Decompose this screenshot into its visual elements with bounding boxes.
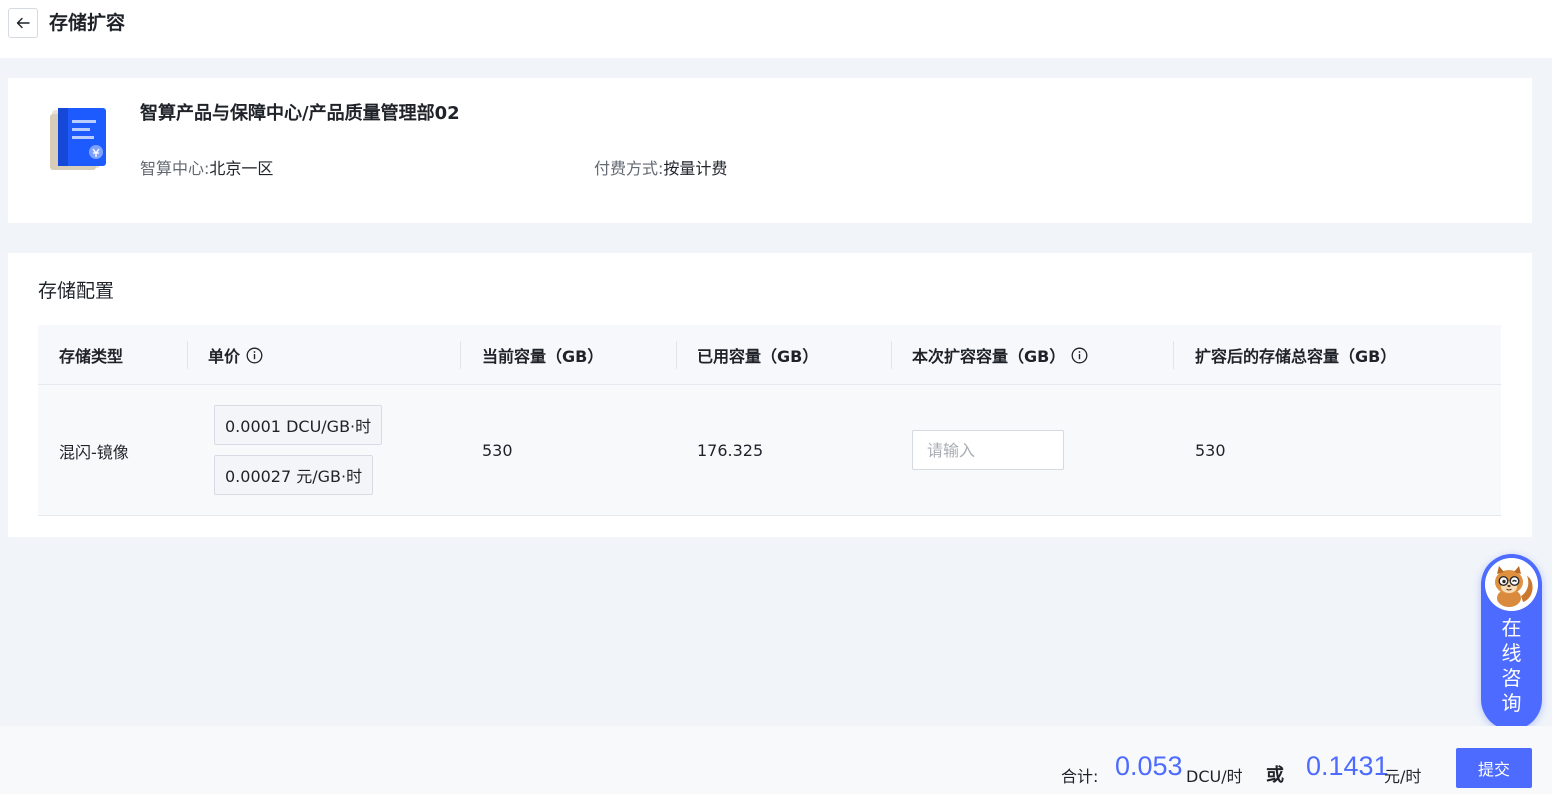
- column-header-price: 单价: [208, 325, 263, 385]
- billing-label: 付费方式:: [594, 159, 664, 178]
- section-title: 存储配置: [38, 280, 115, 302]
- table-row: 混闪-镜像 0.0001 DCU/GB·时 0.00027 元/GB·时 530…: [38, 385, 1501, 516]
- product-name: 智算产品与保障中心/产品质量管理部02: [140, 103, 460, 124]
- used-capacity-cell: 176.325: [697, 441, 764, 460]
- top-bar: 存储扩容: [0, 0, 1552, 58]
- back-button[interactable]: [8, 8, 38, 38]
- column-header-label: 本次扩容容量（GB）: [912, 347, 1066, 366]
- total-yuan-amount: 0.1431: [1306, 751, 1389, 781]
- compute-center-value: 北京一区: [209, 159, 274, 178]
- storage-table: 存储类型 单价 当前容量（GB） 已用容量（GB） 本次扩容容量（GB） 扩容后…: [38, 325, 1501, 516]
- compute-center-label: 智算中心:: [140, 159, 210, 178]
- product-info-card: 智算产品与保障中心/产品质量管理部02 智算中心:北京一区 付费方式:按量计费: [8, 78, 1532, 223]
- column-header-current: 当前容量（GB）: [482, 325, 603, 385]
- column-divider: [187, 341, 188, 369]
- consult-char: 线: [1501, 641, 1522, 665]
- column-header-label: 已用容量（GB）: [697, 347, 819, 366]
- storage-product-icon: [50, 108, 106, 170]
- column-divider: [1173, 341, 1174, 369]
- column-header-label: 扩容后的存储总容量（GB）: [1195, 347, 1397, 366]
- column-divider: [891, 341, 892, 369]
- storage-type-cell: 混闪-镜像: [59, 442, 129, 462]
- expand-capacity-input[interactable]: [912, 430, 1064, 470]
- column-header-label: 当前容量（GB）: [482, 347, 604, 366]
- total-label: 合计:: [1061, 767, 1099, 786]
- column-header-expand: 本次扩容容量（GB）: [912, 325, 1088, 385]
- consult-char: 在: [1501, 616, 1522, 640]
- page-title: 存储扩容: [49, 12, 126, 34]
- mascot-avatar: [1485, 558, 1538, 611]
- arrow-left-icon: [16, 17, 30, 29]
- price-dcu-tag: 0.0001 DCU/GB·时: [214, 405, 383, 445]
- column-divider: [460, 341, 461, 369]
- total-after-cell: 530: [1195, 441, 1226, 460]
- compute-center-info: 智算中心:北京一区: [140, 158, 273, 180]
- online-consult-button[interactable]: 在 线 咨 询: [1481, 554, 1542, 730]
- billing-value: 按量计费: [663, 159, 728, 178]
- column-divider: [676, 341, 677, 369]
- column-header-label: 存储类型: [59, 347, 124, 366]
- footer-bar: 合计: 0.053 DCU/时 或 0.1431 元/时 提交: [0, 726, 1552, 794]
- storage-config-card: 存储配置 存储类型 单价 当前容量（GB） 已用容量（GB） 本次扩容容量（GB…: [8, 253, 1532, 537]
- squirrel-mascot-icon: [1485, 558, 1538, 611]
- column-header-total-after: 扩容后的存储总容量（GB）: [1195, 325, 1396, 385]
- info-icon[interactable]: [1071, 347, 1088, 364]
- submit-button[interactable]: 提交: [1456, 748, 1532, 788]
- online-consult-label: 在 线 咨 询: [1481, 616, 1542, 716]
- column-header-label: 单价: [208, 347, 241, 366]
- or-label: 或: [1266, 765, 1284, 786]
- total-dcu-unit: DCU/时: [1186, 767, 1243, 786]
- column-header-used: 已用容量（GB）: [697, 325, 818, 385]
- info-icon[interactable]: [246, 347, 263, 364]
- price-yuan-tag: 0.00027 元/GB·时: [214, 455, 374, 495]
- consult-char: 咨: [1501, 666, 1522, 690]
- table-header: 存储类型 单价 当前容量（GB） 已用容量（GB） 本次扩容容量（GB） 扩容后…: [38, 325, 1501, 385]
- consult-char: 询: [1501, 691, 1522, 715]
- column-header-type: 存储类型: [59, 325, 123, 385]
- total-dcu-amount: 0.053: [1115, 751, 1183, 781]
- billing-info: 付费方式:按量计费: [594, 158, 727, 180]
- current-capacity-cell: 530: [482, 441, 513, 460]
- total-yuan-unit: 元/时: [1384, 767, 1422, 786]
